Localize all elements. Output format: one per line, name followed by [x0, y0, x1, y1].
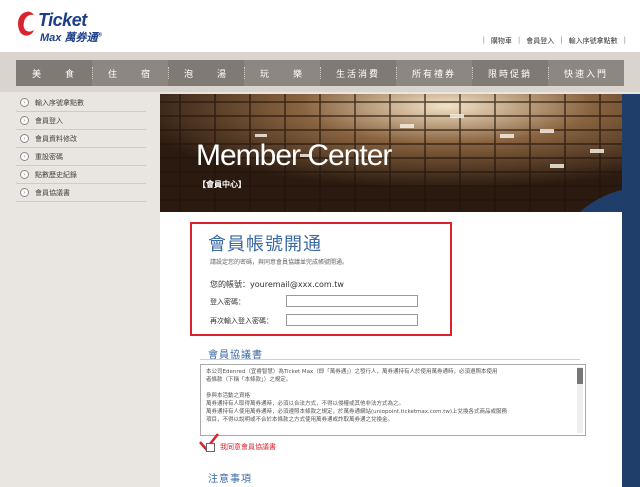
activation-hint: 請設定您的密碼，與同意會員協議並完成帳號開通。 — [210, 259, 349, 266]
nav-flash-sale[interactable]: 限時促銷 — [472, 60, 548, 86]
account-value: youremail@xxx.com.tw — [250, 280, 344, 289]
agree-checkbox-label: 我同意會員協議書 — [220, 443, 276, 451]
member-login-link[interactable]: 會員登入 — [526, 36, 554, 46]
nav-lifestyle[interactable]: 生活消費 — [320, 60, 396, 86]
nav-hotspring[interactable]: 泡 湯 — [168, 60, 244, 86]
top-links: | 購物車 | 會員登入 | 輸入序號拿點數 | — [482, 36, 626, 46]
main-nav: 美 食 住 宿 泡 湯 玩 樂 生活消費 所有禮券 限時促銷 快速入門 — [16, 60, 624, 86]
enter-serial-link[interactable]: 輸入序號拿點數 — [569, 36, 618, 46]
arrow-icon: › — [20, 170, 29, 179]
notes-heading: 注意事項 — [208, 474, 252, 485]
password-confirm-label: 再次輸入登入密碼： — [210, 317, 273, 325]
password-input[interactable] — [286, 295, 418, 307]
scrollbar-thumb[interactable] — [577, 368, 583, 384]
divider — [200, 359, 580, 360]
arrow-icon: › — [20, 188, 29, 197]
sidebar-item-enter-serial[interactable]: › 輸入序號拿點數 — [16, 94, 146, 112]
arrow-icon: › — [20, 152, 29, 161]
agreement-text: 本公司Edenred（宜睿智慧）為Ticket Max（即「萬券通」）之發行人，… — [206, 369, 508, 423]
activation-form: 會員帳號開通 請設定您的密碼，與同意會員協議並完成帳號開通。 您的帳號：your… — [190, 222, 452, 336]
sidebar-item-agreement[interactable]: › 會員協議書 — [16, 184, 146, 202]
nav-lodging[interactable]: 住 宿 — [92, 60, 168, 86]
sidebar-item-edit-profile[interactable]: › 會員資料修改 — [16, 130, 146, 148]
nav-quick-start[interactable]: 快速入門 — [548, 60, 624, 86]
banner-title: Member Center — [196, 139, 392, 172]
banner-subtitle: 【會員中心】 — [198, 180, 246, 189]
activation-heading: 會員帳號開通 — [208, 234, 322, 255]
arrow-icon: › — [20, 134, 29, 143]
account-row: 您的帳號：youremail@xxx.com.tw — [210, 280, 344, 289]
nav-fun[interactable]: 玩 樂 — [244, 60, 320, 86]
agree-checkbox[interactable] — [206, 442, 215, 452]
arrow-icon: › — [20, 116, 29, 125]
password-confirm-input[interactable] — [286, 314, 418, 326]
nav-food[interactable]: 美 食 — [16, 60, 92, 86]
member-center-banner: Member Center 【會員中心】 — [160, 94, 622, 212]
nav-all-vouchers[interactable]: 所有禮券 — [396, 60, 472, 86]
ticketmax-logo[interactable]: Ticket Max 萬券通® — [14, 8, 106, 46]
arrow-icon: › — [20, 98, 29, 107]
cart-link[interactable]: 購物車 — [491, 36, 512, 46]
logo-max-text: Max 萬券通® — [40, 32, 102, 44]
sidebar-item-points-history[interactable]: › 點數歷史紀錄 — [16, 166, 146, 184]
agree-checkbox-row[interactable]: 我同意會員協議書 — [206, 442, 276, 452]
password-label: 登入密碼： — [210, 298, 245, 306]
site-header: Ticket Max 萬券通® | 購物車 | 會員登入 | 輸入序號拿點數 | — [0, 0, 640, 52]
agreement-textbox[interactable]: 本公司Edenred（宜睿智慧）為Ticket Max（即「萬券通」）之發行人，… — [200, 364, 586, 436]
sidebar-item-login[interactable]: › 會員登入 — [16, 112, 146, 130]
sidebar-item-reset-password[interactable]: › 重設密碼 — [16, 148, 146, 166]
member-sidebar: › 輸入序號拿點數 › 會員登入 › 會員資料修改 › 重設密碼 › 點數歷史紀錄 › 會員… — [16, 94, 146, 202]
logo-swirl-icon — [18, 11, 34, 36]
logo-ticket-text: Ticket — [38, 10, 87, 30]
